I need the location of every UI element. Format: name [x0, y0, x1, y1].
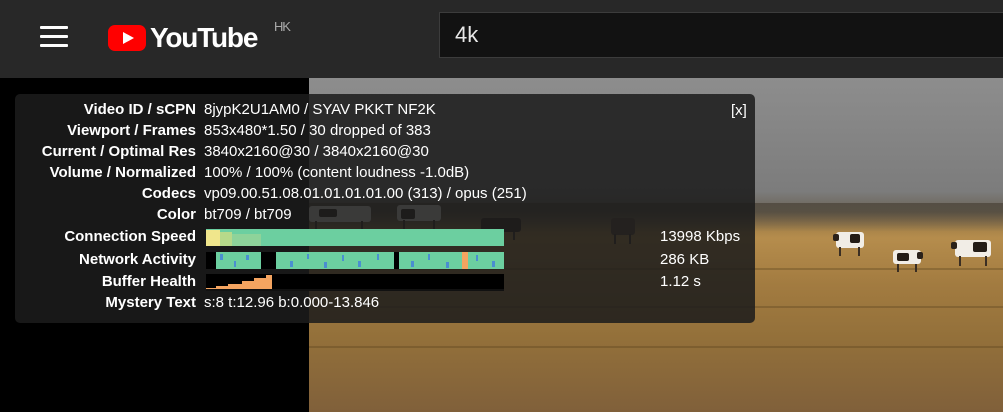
region-code: HK	[274, 19, 291, 34]
masthead: YouTube HK	[0, 0, 1003, 78]
logo-text: YouTube	[150, 22, 258, 53]
stats-for-nerds-panel: [x] Video ID / sCPN 8jypK2U1AM0 / SYAV P…	[15, 94, 755, 323]
stats-label: Mystery Text	[105, 294, 196, 311]
buffer-health-graph	[206, 274, 504, 291]
stats-label: Network Activity	[79, 251, 196, 268]
connection-speed-graph-svg	[206, 229, 504, 246]
stats-value: 8jypK2U1AM0 / SYAV PKKT NF2K	[204, 101, 436, 118]
stats-value: s:8 t:12.96 b:0.000-13.846	[204, 294, 380, 311]
stats-label: Viewport / Frames	[67, 122, 196, 139]
connection-speed-graph	[206, 229, 504, 246]
network-activity-value: 286 KB	[660, 251, 710, 268]
stats-row-connection-speed: Connection Speed 13998 Kbps	[15, 227, 755, 247]
stats-value: 3840x2160@30 / 3840x2160@30	[204, 143, 429, 160]
stats-row-buffer-health: Buffer Health 1.12 s	[15, 272, 755, 292]
stats-label: Color	[156, 206, 196, 223]
close-stats-button[interactable]: [x]	[731, 102, 747, 119]
stats-label: Buffer Health	[101, 273, 196, 290]
buffer-health-value: 1.12 s	[660, 273, 701, 290]
cow	[833, 232, 864, 256]
stats-row-network-activity: Network Activity 286 KB	[15, 250, 755, 270]
stats-label: Codecs	[141, 185, 196, 202]
network-activity-graph	[206, 252, 504, 269]
connection-speed-value: 13998 Kbps	[660, 228, 741, 245]
network-activity-graph-svg	[216, 252, 504, 269]
stats-label: Video ID / sCPN	[83, 101, 196, 118]
stats-label: Current / Optimal Res	[41, 143, 196, 160]
search-input[interactable]	[440, 13, 1003, 57]
cow	[893, 250, 923, 272]
stats-value: 853x480*1.50 / 30 dropped of 383	[204, 122, 431, 139]
stats-value: bt709 / bt709	[204, 206, 292, 223]
cow	[951, 240, 991, 266]
buffer-health-graph-svg	[206, 275, 504, 291]
play-icon	[108, 25, 146, 51]
stats-label: Connection Speed	[64, 228, 196, 245]
stats-label: Volume / Normalized	[49, 164, 196, 181]
stats-value: vp09.00.51.08.01.01.01.01.00 (313) / opu…	[204, 185, 527, 202]
search-box[interactable]	[439, 12, 1003, 58]
stats-value: 100% / 100% (content loudness -1.0dB)	[204, 164, 470, 181]
hamburger-menu-icon[interactable]	[40, 26, 68, 48]
